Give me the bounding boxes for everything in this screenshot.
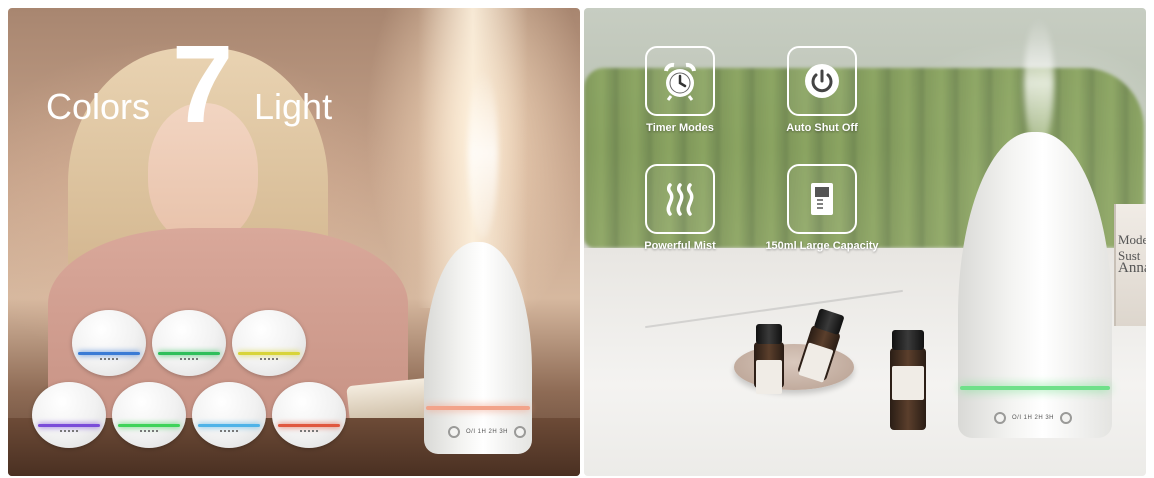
mode-button-icon [1060,412,1073,424]
alarm-clock-icon [664,62,696,101]
diffuser-dome-green [152,310,226,376]
diffuser-control-labels: O/I 1H 2H 3H [466,429,509,435]
ceramic-dish [734,344,854,390]
left-lifestyle-panel: Colors 7 Light O/I 1H 2H 3H [8,8,580,476]
steam-icon [666,183,694,216]
power-icon [805,64,839,98]
mist-plume [1024,18,1054,148]
water-tank-icon [811,183,833,215]
power-button-icon [994,412,1006,424]
diffuser-dome-light-blue [192,382,266,448]
essential-oil-bottle [890,330,926,430]
diffuser-control-labels: O/I 1H 2H 3H [1012,415,1055,421]
headline-word-colors: Colors [46,86,151,127]
feature-large-capacity: 150ml Large Capacity [762,164,882,252]
headline-number: 7 [172,23,234,146]
feature-auto-shut-off: Auto Shut Off [762,46,882,134]
essential-oil-bottle [754,324,784,394]
diffuser-light-band [426,406,530,410]
feature-timer-modes: Timer Modes [620,46,740,134]
diffuser-dome-green-2 [112,382,186,448]
feature-caption: Powerful Mist [644,240,716,252]
mist-plume [468,68,498,238]
feature-caption: Auto Shut Off [786,122,858,134]
diffuser-controls: O/I 1H 2H 3H [448,426,527,438]
diffuser-dome-red [272,382,346,448]
mode-button-icon [514,426,527,438]
power-button-icon [448,426,460,438]
diffuser-dome-blue [72,310,146,376]
feature-powerful-mist: Powerful Mist [620,164,740,252]
right-features-panel: Modern Sust Anna O/I 1H 2H 3H Timer Mode… [584,8,1146,476]
diffuser-light-band [960,386,1110,390]
diffuser-controls: O/I 1H 2H 3H [994,412,1073,424]
headline-word-light: Light [254,86,333,127]
feature-caption: Timer Modes [646,122,714,134]
feature-caption: 150ml Large Capacity [765,240,879,252]
diffuser-dome-purple [32,382,106,448]
book-cover-text: Anna [1118,260,1146,276]
diffuser-dome-yellow [232,310,306,376]
